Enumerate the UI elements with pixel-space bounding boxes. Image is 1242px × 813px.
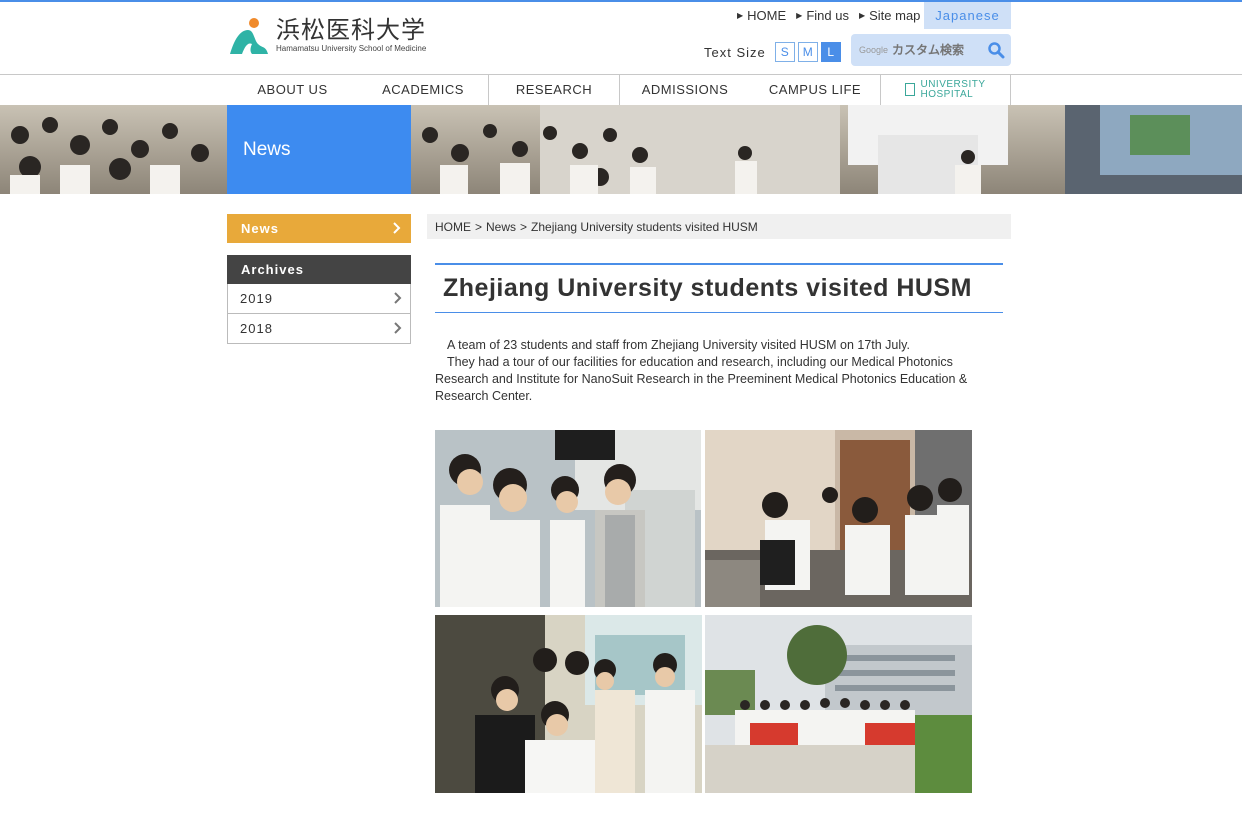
- sidebar-news-label: News: [241, 221, 279, 236]
- logo-japanese-text: 浜松医科大学: [276, 16, 426, 44]
- top-accent-bar: [0, 0, 1242, 2]
- triangle-right-icon: ▶: [796, 11, 803, 20]
- triangle-right-icon: ▶: [858, 11, 866, 20]
- article-body: A team of 23 students and staff from Zhe…: [435, 337, 1003, 405]
- nav-campus-life[interactable]: CAMPUS LIFE: [750, 74, 880, 105]
- article-photo-lab-microscope[interactable]: [435, 430, 701, 607]
- article-photo-computer-demo[interactable]: [435, 615, 702, 793]
- article-photo-group[interactable]: [705, 615, 972, 793]
- chevron-right-icon: [394, 322, 402, 337]
- search-icon[interactable]: [987, 41, 1005, 59]
- chevron-right-icon: [393, 222, 401, 237]
- nav-university-hospital[interactable]: UNIVERSITY HOSPITAL: [880, 74, 1011, 105]
- text-size-large-button[interactable]: L: [820, 42, 841, 62]
- article-paragraph: A team of 23 students and staff from Zhe…: [447, 338, 910, 352]
- breadcrumb-current: Zhejiang University students visited HUS…: [531, 219, 758, 234]
- util-link-home[interactable]: ▶ HOME: [737, 8, 786, 23]
- breadcrumb: HOME > News > Zhejiang University studen…: [427, 214, 1011, 239]
- logo-mark-icon: [228, 16, 270, 58]
- article-photo-lab-tour[interactable]: [705, 430, 972, 607]
- chevron-right-icon: [394, 292, 402, 307]
- breadcrumb-news-link[interactable]: News: [486, 220, 516, 234]
- text-size-control: Text Size S M L: [704, 42, 841, 62]
- text-size-label: Text Size: [704, 44, 766, 60]
- nav-admissions[interactable]: ADMISSIONS: [619, 74, 750, 105]
- page-banner-photo: [0, 105, 1242, 194]
- main-navigation: ABOUT US ACADEMICS RESEARCH ADMISSIONS C…: [227, 74, 1011, 105]
- logo-english-text: Hamamatsu University School of Medicine: [276, 44, 427, 53]
- text-size-small-button[interactable]: S: [774, 42, 795, 62]
- search-input[interactable]: [892, 43, 989, 57]
- page-title: Zhejiang University students visited HUS…: [443, 274, 972, 302]
- archive-item-2019[interactable]: 2019: [227, 284, 411, 314]
- text-size-medium-button[interactable]: M: [797, 42, 818, 62]
- breadcrumb-separator: >: [520, 219, 528, 234]
- article-title-block: Zhejiang University students visited HUS…: [435, 263, 1003, 313]
- utility-links: ▶ HOME ▶ Find us ▶ Site map: [737, 2, 930, 29]
- nav-research[interactable]: RESEARCH: [488, 74, 619, 105]
- archive-item-2018[interactable]: 2018: [227, 314, 411, 344]
- util-link-find-us[interactable]: ▶ Find us: [796, 8, 849, 23]
- site-logo[interactable]: 浜松医科大学 Hamamatsu University School of Me…: [228, 16, 438, 60]
- util-link-site-map[interactable]: ▶ Site map: [859, 8, 920, 23]
- breadcrumb-home-link[interactable]: HOME: [435, 220, 471, 234]
- triangle-right-icon: ▶: [737, 11, 744, 20]
- article-paragraph: They had a tour of our facilities for ed…: [435, 355, 968, 403]
- nav-academics[interactable]: ACADEMICS: [358, 74, 488, 105]
- sidebar-item-news[interactable]: News: [227, 214, 411, 243]
- breadcrumb-separator: >: [475, 219, 483, 234]
- nav-about-us[interactable]: ABOUT US: [227, 74, 358, 105]
- archives-heading: Archives: [227, 255, 411, 284]
- hospital-icon: [905, 83, 916, 96]
- hospital-label-line1: UNIVERSITY: [920, 78, 986, 90]
- banner-title: News: [227, 105, 411, 194]
- search-box: Google: [851, 34, 1011, 66]
- google-brand-label: Google: [859, 45, 889, 55]
- hospital-label-line2: HOSPITAL: [920, 88, 974, 100]
- japanese-language-button[interactable]: Japanese: [924, 2, 1011, 29]
